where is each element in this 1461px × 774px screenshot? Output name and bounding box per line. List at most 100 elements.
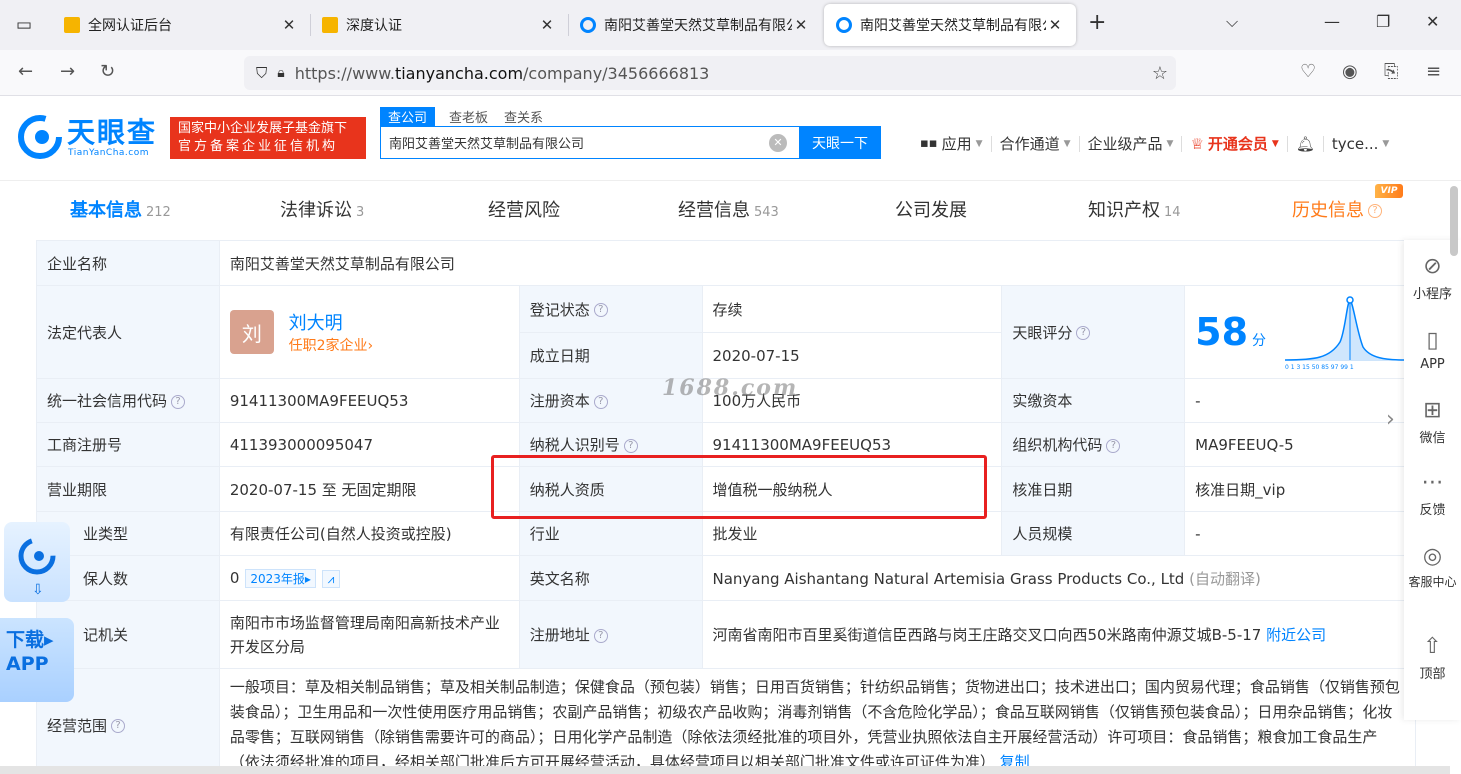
tab-1[interactable]: 全网认证后台 ✕ — [52, 4, 310, 46]
search-tab-relation[interactable]: 查关系 — [502, 107, 545, 126]
annual-report-link[interactable]: 2023年报▸ — [245, 568, 316, 588]
chevron-right-icon[interactable]: › — [1386, 407, 1395, 432]
address-label: 注册地址? — [518, 600, 703, 669]
avatar[interactable]: 刘 — [229, 310, 274, 354]
minimize-icon[interactable]: — — [1324, 12, 1340, 31]
close-tab-icon[interactable]: ✕ — [1046, 16, 1064, 34]
close-window-icon[interactable]: ✕ — [1426, 12, 1439, 31]
help-icon[interactable]: ? — [171, 394, 186, 409]
org-code-label: 组织机构代码? — [1001, 422, 1186, 467]
tab-title: 深度认证 — [346, 18, 402, 34]
tab-favicon-icon — [836, 17, 852, 33]
clear-icon[interactable]: ✕ — [769, 133, 787, 152]
back-to-top-button[interactable]: ⇧ 顶部 — [1404, 634, 1461, 682]
help-icon[interactable]: ? — [593, 394, 608, 409]
industry-label: 行业 — [518, 511, 703, 556]
apps-icon: ▪▪ — [920, 136, 938, 151]
nearby-companies-link[interactable]: 附近公司 — [1266, 626, 1326, 644]
tab-operation[interactable]: 经营信息 543 — [678, 196, 779, 222]
pocket-icon[interactable]: ♡ — [1300, 61, 1316, 82]
help-icon[interactable]: ? — [593, 628, 608, 643]
watermark: 1688.com — [662, 375, 799, 401]
close-tab-icon[interactable]: ✕ — [280, 16, 298, 34]
enterprise-menu[interactable]: 企业级产品 ▼ — [1088, 133, 1174, 154]
help-icon[interactable]: ? — [111, 719, 126, 733]
menu-icon[interactable]: ≡ — [1426, 61, 1441, 82]
apps-menu[interactable]: ▪▪ 应用 ▼ — [920, 133, 983, 154]
vip-menu[interactable]: ♕ 开通会员 ▼ — [1190, 133, 1278, 154]
tab-history[interactable]: 历史信息? — [1292, 196, 1382, 222]
tab-2[interactable]: 深度认证 ✕ — [310, 4, 568, 46]
horizontal-scrollbar[interactable] — [0, 766, 1450, 774]
new-tab-icon[interactable]: + — [1088, 10, 1106, 35]
score-cell[interactable]: 58 分 0 1 3 15 50 85 97 99 1 — [1184, 285, 1416, 379]
basic-info-table: 企业名称 南阳艾善堂天然艾草制品有限公司 法定代表人 刘 刘大明 任职2家企业›… — [36, 240, 1417, 774]
rocket-icon: ⇧ — [1423, 634, 1442, 659]
official-badge: 国家中小企业发展子基金旗下 官方备案企业征信机构 — [170, 117, 366, 159]
help-icon[interactable]: ? — [1106, 438, 1121, 453]
customer-service-button[interactable]: ◎ 客服中心 — [1404, 544, 1461, 590]
feedback-icon: ⋯ — [1421, 470, 1444, 495]
address-bar[interactable]: ⛉ 🔒︎ https://www.tianyancha.com/company/… — [244, 56, 1176, 90]
lock-icon[interactable]: 🔒︎ — [277, 65, 284, 81]
vertical-scrollbar[interactable] — [1450, 186, 1458, 256]
help-icon[interactable]: ? — [1076, 326, 1091, 340]
tab-basic-info[interactable]: 基本信息 212 — [70, 196, 171, 222]
mini-program-button[interactable]: ⊘ 小程序 — [1404, 254, 1461, 302]
en-name-label: 英文名称 — [518, 555, 703, 601]
insured-cell: 0 2023年报▸ ⩘ — [218, 555, 520, 601]
tab-4-active[interactable]: 南阳艾善堂天然艾草制品有限公 ✕ — [824, 4, 1076, 46]
tab-legal[interactable]: 法律诉讼 3 — [280, 196, 364, 222]
app-button[interactable]: ▯ APP — [1404, 328, 1461, 372]
back-icon[interactable]: ← — [18, 61, 33, 82]
chevron-down-icon[interactable]: ⌵ — [1226, 12, 1238, 32]
biz-reg-no-value: 411393000095047 — [218, 422, 520, 467]
search-button[interactable]: 天眼一下 — [799, 126, 881, 159]
help-icon[interactable]: ? — [623, 438, 638, 453]
search-tab-boss[interactable]: 查老板 — [447, 107, 490, 126]
reload-icon[interactable]: ↻ — [100, 61, 115, 82]
found-date-value: 2020-07-15 — [701, 332, 1003, 379]
download-app-float[interactable]: ⇩ 下载▸ APP — [0, 522, 74, 702]
restore-icon[interactable]: ❐ — [1376, 12, 1390, 31]
forward-icon[interactable]: → — [60, 61, 75, 82]
crown-icon: ♕ — [1190, 134, 1204, 153]
close-tab-icon[interactable]: ✕ — [792, 16, 810, 34]
tab-3[interactable]: 南阳艾善堂天然艾草制品有限公 ✕ — [568, 4, 822, 46]
wechat-button[interactable]: ⊞ 微信 — [1404, 398, 1461, 446]
legal-rep-jobs-link[interactable]: 任职2家企业› — [289, 335, 374, 355]
score-value: 58 — [1195, 310, 1249, 354]
tab-title: 南阳艾善堂天然艾草制品有限公 — [860, 18, 1046, 34]
mini-program-icon: ⊘ — [1423, 254, 1442, 279]
tab-title: 全网认证后台 — [88, 18, 172, 34]
help-icon[interactable]: ? — [593, 303, 608, 317]
notification-bell-icon[interactable]: 🔔︎ — [1296, 135, 1315, 153]
tab-favicon-icon — [64, 17, 80, 33]
paid-capital-label: 实缴资本 — [1001, 378, 1186, 423]
tab-risk[interactable]: 经营风险 — [488, 196, 560, 222]
extensions-icon[interactable]: ⎘ — [1384, 61, 1398, 82]
feedback-button[interactable]: ⋯ 反馈 — [1404, 470, 1461, 518]
svg-text:⇩: ⇩ — [32, 582, 44, 598]
partner-menu[interactable]: 合作通道 ▼ — [1000, 133, 1071, 154]
account-icon[interactable]: ◉ — [1342, 61, 1358, 82]
phone-icon: ▯ — [1426, 328, 1439, 353]
bookmark-star-icon[interactable]: ☆ — [1152, 63, 1168, 84]
tax-qual-label: 纳税人资质 — [518, 466, 703, 512]
shield-icon[interactable]: ⛉ — [256, 64, 267, 82]
tab-ip[interactable]: 知识产权 14 — [1088, 196, 1181, 222]
user-menu[interactable]: tyce... ▼ — [1332, 135, 1389, 153]
search-input[interactable]: 南阳艾善堂天然艾草制品有限公司 ✕ — [380, 126, 800, 159]
legal-rep-name-link[interactable]: 刘大明 — [289, 309, 374, 335]
staff-value: - — [1184, 511, 1416, 556]
trend-chart-icon[interactable]: ⩘ — [321, 569, 340, 588]
search-tab-company[interactable]: 查公司 — [380, 107, 436, 126]
svg-text:0 1 3 15 50 85 97 99 1: 0 1 3 15 50 85 97 99 1 — [1285, 364, 1354, 370]
tab-list-icon[interactable]: ▭ — [0, 0, 48, 50]
url-text[interactable]: https://www.tianyancha.com/company/34566… — [295, 64, 710, 83]
biz-reg-no-label: 工商注册号 — [36, 422, 220, 467]
tax-id-value: 91411300MA9FEEUQ53 — [701, 422, 1003, 467]
address-value: 河南省南阳市百里奚街道信臣西路与岗王庄路交叉口向西50米路南仲源艾城B-5-17… — [701, 600, 1416, 669]
close-tab-icon[interactable]: ✕ — [538, 16, 556, 34]
tab-development[interactable]: 公司发展 — [895, 196, 967, 222]
